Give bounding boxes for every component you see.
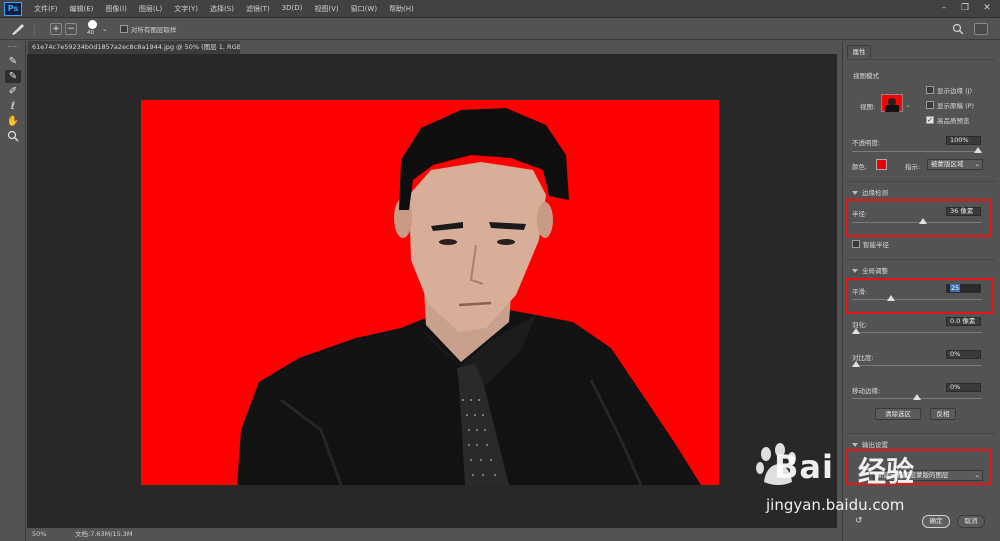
menu-item[interactable]: 视图(V)	[308, 4, 344, 14]
brush-tool-icon[interactable]: ✐	[5, 85, 21, 98]
menu-bar: Ps 文件(F) 编辑(E) 图像(I) 图层(L) 文字(Y) 选择(S) 滤镜(T) 3D…	[0, 0, 1000, 18]
document-tab-title: 61e74c7e59234b0d1857a2ec8c8a1944.jpg @ 5…	[32, 43, 240, 51]
menu-item[interactable]: 文件(F)	[28, 4, 64, 14]
chevron-down-icon[interactable]: ⌄	[102, 25, 108, 33]
menu-item[interactable]: 文字(Y)	[168, 4, 204, 14]
refine-brush-icon[interactable]	[10, 22, 26, 36]
photoshop-logo: Ps	[4, 1, 22, 16]
add-to-selection-icon[interactable]: +	[50, 23, 62, 35]
view-mode-title: 视图模式	[853, 72, 879, 80]
contrast-input[interactable]: 0%	[946, 350, 981, 359]
clear-selection-button[interactable]: 清除选区	[875, 408, 921, 420]
feather-slider[interactable]	[852, 332, 982, 333]
menu-item[interactable]: 帮助(H)	[383, 4, 420, 14]
smart-radius-checkbox[interactable]	[852, 240, 860, 248]
workspace-icon[interactable]	[974, 23, 988, 35]
document-image	[141, 100, 719, 485]
global-refine-header[interactable]: 全局调整	[852, 265, 888, 275]
opacity-slider-thumb[interactable]	[974, 147, 982, 153]
indicates-value: 被蒙版区域	[931, 160, 964, 168]
cancel-button[interactable]: 取消	[957, 515, 985, 528]
opacity-label: 不透明度:	[852, 139, 881, 147]
shift-edge-input[interactable]: 0%	[946, 383, 981, 392]
menu-item[interactable]: 3D(D)	[276, 4, 309, 14]
menu-item[interactable]: 窗口(W)	[345, 4, 383, 14]
menu-item[interactable]: 选择(S)	[204, 4, 240, 14]
restore-button[interactable]: ❐	[957, 3, 973, 14]
chevron-down-icon: ⌄	[974, 160, 980, 168]
show-edge-checkbox[interactable]	[926, 86, 934, 94]
zoom-tool-icon[interactable]	[5, 130, 21, 143]
opacity-slider[interactable]	[852, 151, 982, 152]
contrast-slider-thumb[interactable]	[852, 361, 860, 367]
feather-slider-thumb[interactable]	[852, 328, 860, 334]
brush-size-picker[interactable]: 40	[85, 20, 101, 38]
show-edge-label: 显示边缘 (J)	[937, 87, 973, 95]
global-refine-title: 全局调整	[862, 267, 888, 275]
menu-item[interactable]: 图像(I)	[99, 4, 133, 14]
indicates-dropdown[interactable]: 被蒙版区域 ⌄	[927, 159, 983, 170]
tools-panel: ✎ ✎ ✐ ℓ ✋	[0, 41, 26, 541]
high-quality-label: 高品质预览	[937, 117, 970, 125]
smart-radius-label: 智能半径	[863, 241, 889, 249]
color-label: 颜色:	[852, 163, 868, 171]
close-window-button[interactable]: ✕	[979, 3, 995, 14]
minimize-button[interactable]: –	[936, 3, 952, 14]
output-settings-title: 输出设置	[862, 441, 888, 449]
menu-item[interactable]: 滤镜(T)	[240, 4, 276, 14]
view-dropdown-icon[interactable]: ⌄	[905, 101, 910, 109]
hand-tool-icon[interactable]: ✋	[5, 115, 21, 128]
menu-items: 文件(F) 编辑(E) 图像(I) 图层(L) 文字(Y) 选择(S) 滤镜(T) 3D(D)…	[28, 4, 420, 14]
tab-properties[interactable]: 属性	[847, 45, 871, 58]
collapse-icon	[852, 443, 858, 447]
show-original-checkbox[interactable]	[926, 101, 934, 109]
opacity-input[interactable]: 100%	[946, 136, 981, 145]
menu-item[interactable]: 编辑(E)	[64, 4, 100, 14]
brush-preview-icon	[88, 20, 97, 29]
ok-button[interactable]: 确定	[922, 515, 950, 528]
document-size: 文档:7.63M/15.3M	[75, 530, 133, 538]
view-label: 视图:	[860, 103, 876, 111]
indicates-label: 指示:	[905, 163, 921, 171]
properties-panel: 属性 视图模式 视图: ⌄ 显示边缘 (J) 显示原稿 (P) ✓ 高品质预览 …	[842, 41, 1000, 541]
document-tab[interactable]: 61e74c7e59234b0d1857a2ec8c8a1944.jpg @ 5…	[28, 41, 240, 54]
shift-edge-label: 移动边缘:	[852, 387, 881, 395]
sample-all-layers-checkbox[interactable]	[119, 25, 128, 33]
menu-item[interactable]: 图层(L)	[133, 4, 168, 14]
shift-edge-slider-thumb[interactable]	[913, 394, 921, 400]
reset-icon[interactable]: ↺	[855, 516, 863, 526]
collapse-icon	[852, 191, 858, 195]
show-original-label: 显示原稿 (P)	[937, 102, 975, 110]
brush-size-value: 40	[87, 30, 94, 36]
view-thumbnail[interactable]	[881, 94, 903, 112]
refine-edge-brush-tool-icon[interactable]: ✎	[5, 70, 21, 83]
status-bar: 50% 文档:7.63M/15.3M	[27, 528, 837, 541]
highlight-box-radius	[846, 199, 992, 237]
options-bar: + − 40 ⌄ 对所有图层取样	[0, 19, 1000, 40]
feather-input[interactable]: 0.0 像素	[946, 317, 981, 326]
search-icon[interactable]	[952, 23, 964, 35]
edge-detection-header[interactable]: 边缘检测	[852, 187, 888, 197]
color-swatch[interactable]	[876, 159, 887, 170]
edge-detection-title: 边缘检测	[862, 189, 888, 197]
subtract-from-selection-icon[interactable]: −	[65, 23, 77, 35]
output-settings-header[interactable]: 输出设置	[852, 439, 888, 449]
highlight-box-output	[846, 449, 992, 485]
zoom-level[interactable]: 50%	[32, 528, 46, 540]
portrait-photo	[141, 100, 719, 485]
collapse-icon	[852, 269, 858, 273]
invert-button[interactable]: 反相	[930, 408, 956, 420]
lasso-tool-icon[interactable]: ℓ	[5, 100, 21, 113]
sample-all-layers-label: 对所有图层取样	[130, 26, 177, 34]
quick-selection-tool-icon[interactable]: ✎	[5, 55, 21, 68]
high-quality-checkbox[interactable]: ✓	[926, 116, 934, 124]
highlight-box-smooth	[846, 278, 994, 314]
contrast-slider[interactable]	[852, 365, 982, 366]
